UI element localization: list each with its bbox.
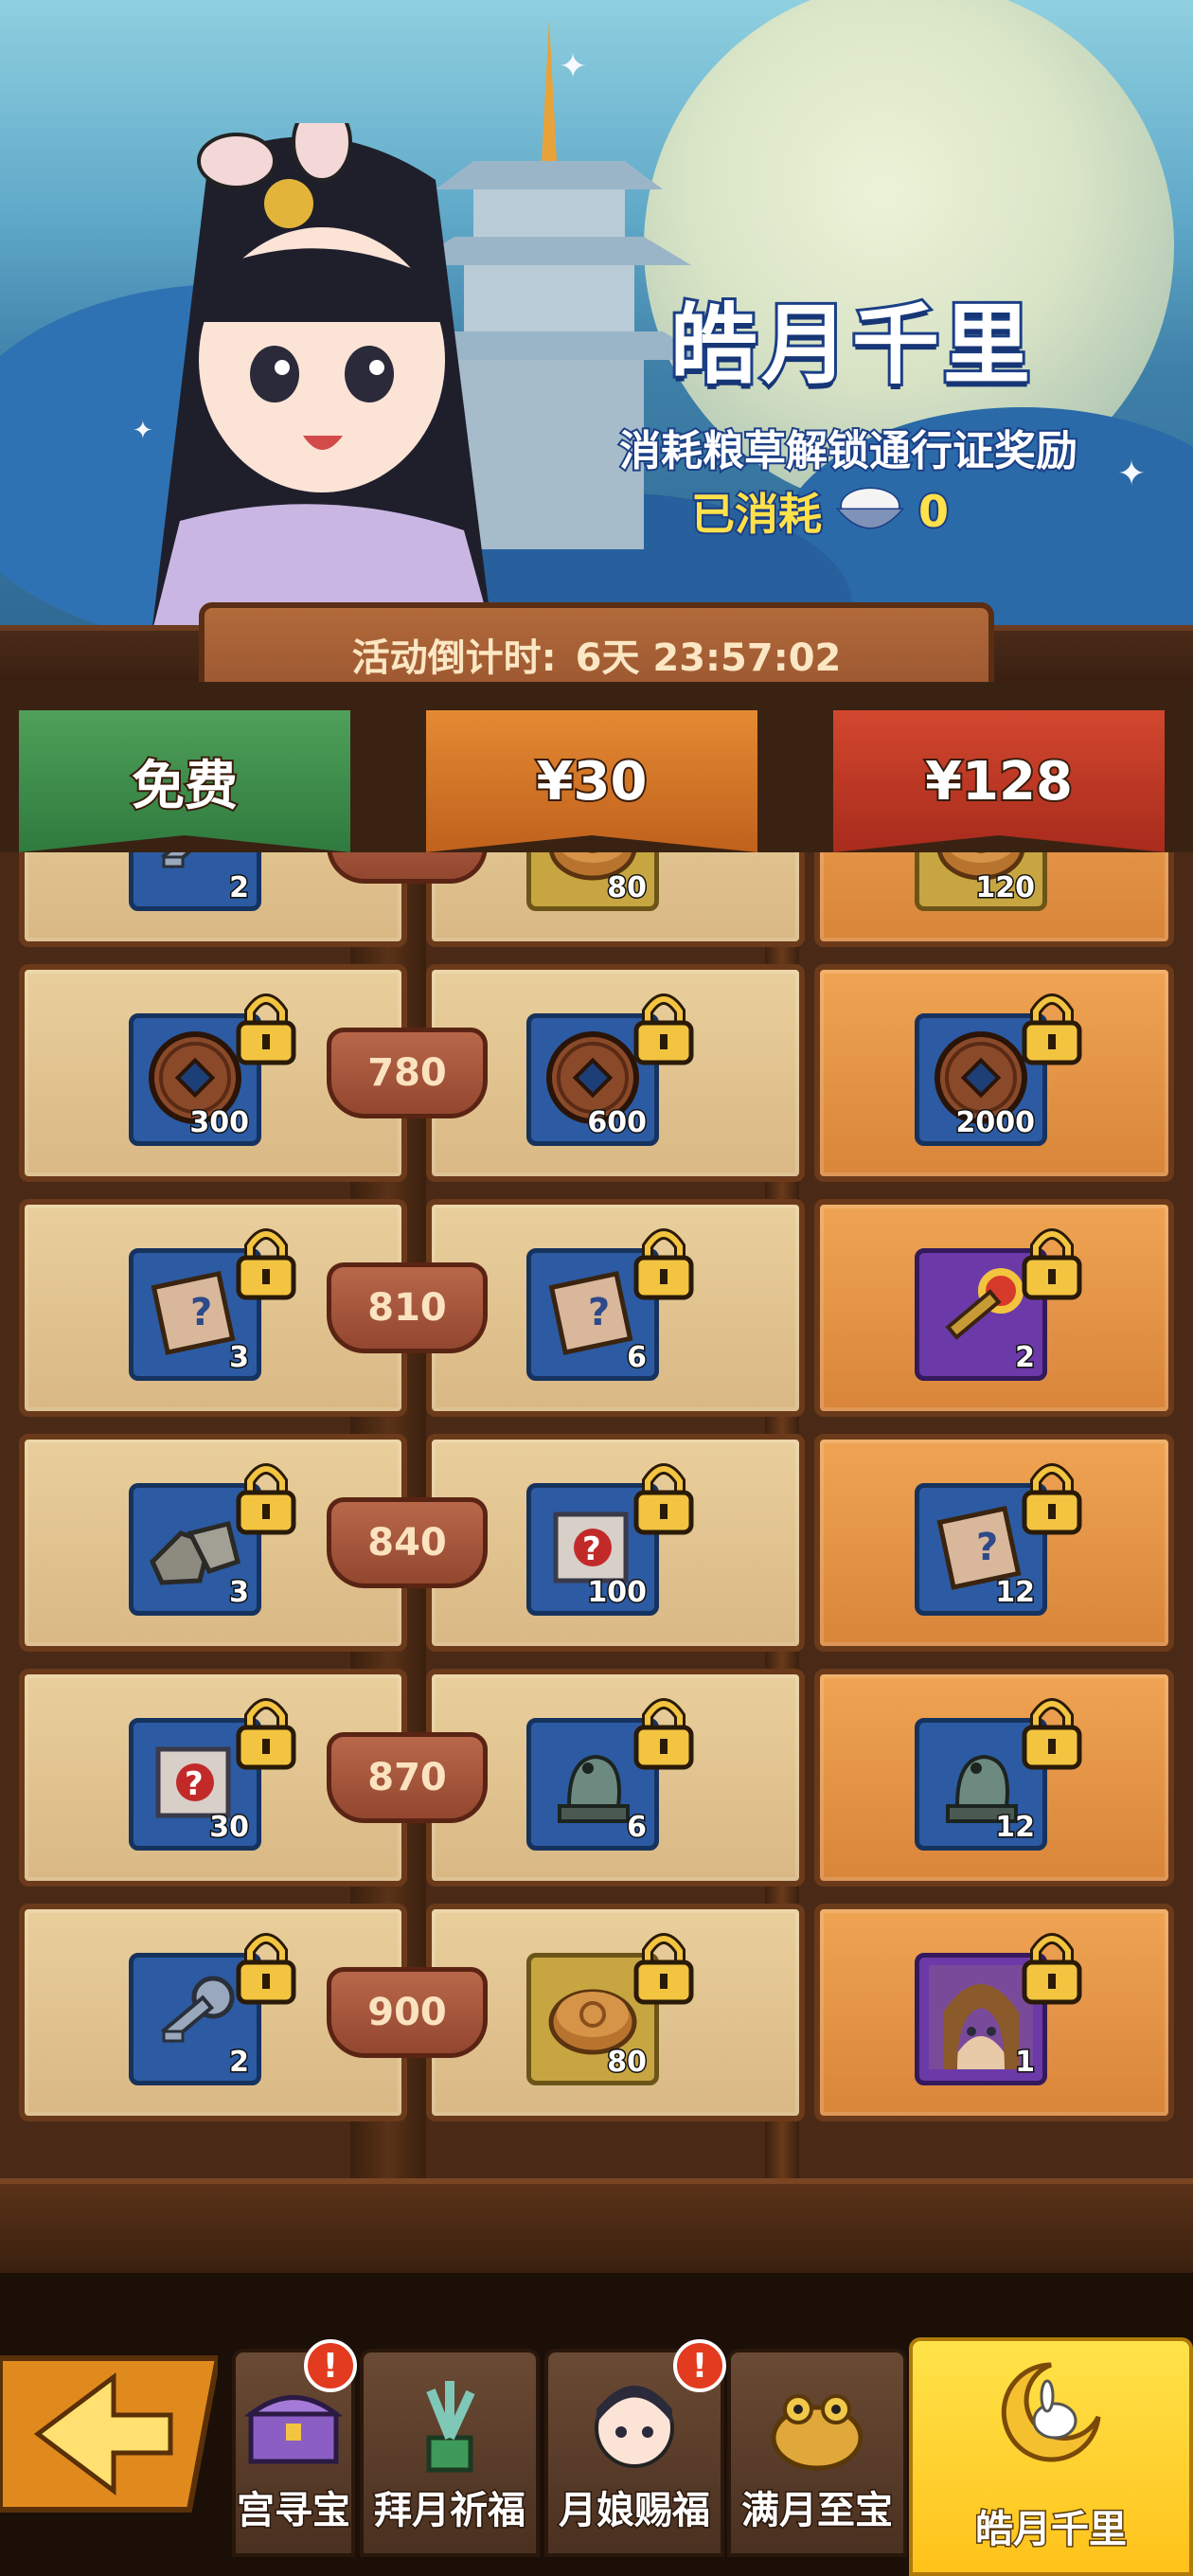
back-arrow-icon[interactable]	[0, 2339, 218, 2529]
svg-text:?: ?	[190, 1291, 212, 1334]
sparkle-icon: ✦	[133, 417, 153, 445]
reward-cell-t128[interactable]: 120	[814, 852, 1174, 947]
reward-row: ? 3? 6 2 810	[19, 1199, 1174, 1417]
reward-cell-t128[interactable]: 2	[814, 1199, 1174, 1417]
reward-quantity: 30	[208, 1810, 251, 1846]
reward-cell-t128[interactable]: 1	[814, 1904, 1174, 2121]
moon-maiden-character	[152, 123, 491, 625]
reward-quantity: 6	[626, 1810, 649, 1846]
event-title: 皓月千里	[668, 292, 1034, 399]
svg-text:?: ?	[185, 1765, 204, 1803]
nav-tab-label: 皓月千里	[974, 2507, 1129, 2553]
nav-tab-1[interactable]: 宫寻宝!	[232, 2339, 357, 2557]
reward-row: 300 600 2000 780	[19, 964, 1174, 1182]
reward-quantity: 300	[188, 1105, 251, 1141]
countdown-label: 活动倒计时:	[351, 636, 557, 680]
reward-quantity: 1	[1014, 2045, 1037, 2081]
reward-quantity: 12	[994, 1575, 1037, 1611]
level-marker: 900	[327, 1967, 488, 2058]
reward-quantity: 120	[974, 870, 1037, 906]
reward-quantity: 600	[586, 1105, 649, 1141]
nav-tab-label: 满月至宝	[740, 2488, 895, 2534]
reward-quantity: 6	[626, 1340, 649, 1376]
level-marker: 810	[327, 1262, 488, 1353]
sparkle-icon: ✦	[559, 47, 588, 86]
reward-cell-t128[interactable]: 12	[814, 1669, 1174, 1887]
event-banner: ✦ ✦ ✦ 皓月千里 消耗粮草解锁通行证奖励 已消耗 0	[0, 0, 1193, 625]
reward-item[interactable]: 120	[915, 852, 1047, 911]
level-marker: 870	[327, 1732, 488, 1823]
alert-badge: !	[673, 2339, 726, 2392]
reward-row: 2 80 120 750	[19, 852, 1174, 947]
reward-cell-t30[interactable]: 80	[426, 852, 805, 947]
nav-tab-label: 月娘赐福	[558, 2488, 712, 2534]
tier-128-banner[interactable]: ¥128	[833, 710, 1165, 852]
reward-quantity: 3	[228, 1340, 251, 1376]
reward-quantity: 80	[606, 870, 649, 906]
reward-row: ? 30 6 12 870	[19, 1669, 1174, 1887]
svg-text:?: ?	[582, 1530, 601, 1568]
level-marker: 750	[327, 852, 488, 884]
reward-quantity: 2	[228, 2045, 251, 2081]
nav-tab-4[interactable]: 满月至宝	[727, 2349, 907, 2557]
reward-quantity: 12	[994, 1810, 1037, 1846]
nav-tab-2[interactable]: 拜月祈福	[360, 2349, 540, 2557]
tier-30-banner[interactable]: ¥30	[426, 710, 757, 852]
level-marker: 780	[327, 1028, 488, 1118]
consumed-label: 已消耗	[689, 487, 824, 542]
nav-tab-5[interactable]: 皓月千里	[909, 2337, 1193, 2576]
nav-tab-3[interactable]: 月娘赐福!	[544, 2339, 726, 2557]
reward-cell-t128[interactable]: ? 12	[814, 1434, 1174, 1652]
nav-tab-label: 拜月祈福	[373, 2488, 527, 2534]
reward-quantity: 2000	[954, 1105, 1036, 1141]
reward-row: 2 80 1 900	[19, 1904, 1174, 2121]
alert-badge: !	[304, 2339, 357, 2392]
tier-free-banner: 免费	[19, 710, 350, 852]
nav-tab-label: 宫寻宝	[236, 2488, 352, 2534]
reward-quantity: 3	[228, 1575, 251, 1611]
countdown-value: 6天 23:57:02	[575, 636, 842, 680]
consumed-value: 0	[917, 484, 951, 539]
wooden-beam	[0, 2178, 1193, 2273]
reward-item[interactable]: 80	[526, 852, 659, 911]
reward-track[interactable]: 2801207503006002000780?3?628103?100?1284…	[0, 852, 1193, 2197]
reward-cell-t128[interactable]: 2000	[814, 964, 1174, 1182]
reward-quantity: 80	[606, 2045, 649, 2081]
consumed-counter: 已消耗 0	[689, 478, 951, 545]
reward-quantity: 2	[1014, 1340, 1037, 1376]
event-subtitle: 消耗粮草解锁通行证奖励	[617, 425, 1079, 477]
reward-row: 3? 100? 12 840	[19, 1434, 1174, 1652]
reward-quantity: 100	[586, 1575, 649, 1611]
rice-bowl-icon	[835, 487, 905, 529]
reward-quantity: 2	[228, 870, 251, 906]
level-marker: 840	[327, 1497, 488, 1588]
svg-text:?: ?	[588, 1291, 610, 1334]
reward-item[interactable]: 2	[129, 852, 261, 911]
svg-text:?: ?	[976, 1526, 998, 1569]
